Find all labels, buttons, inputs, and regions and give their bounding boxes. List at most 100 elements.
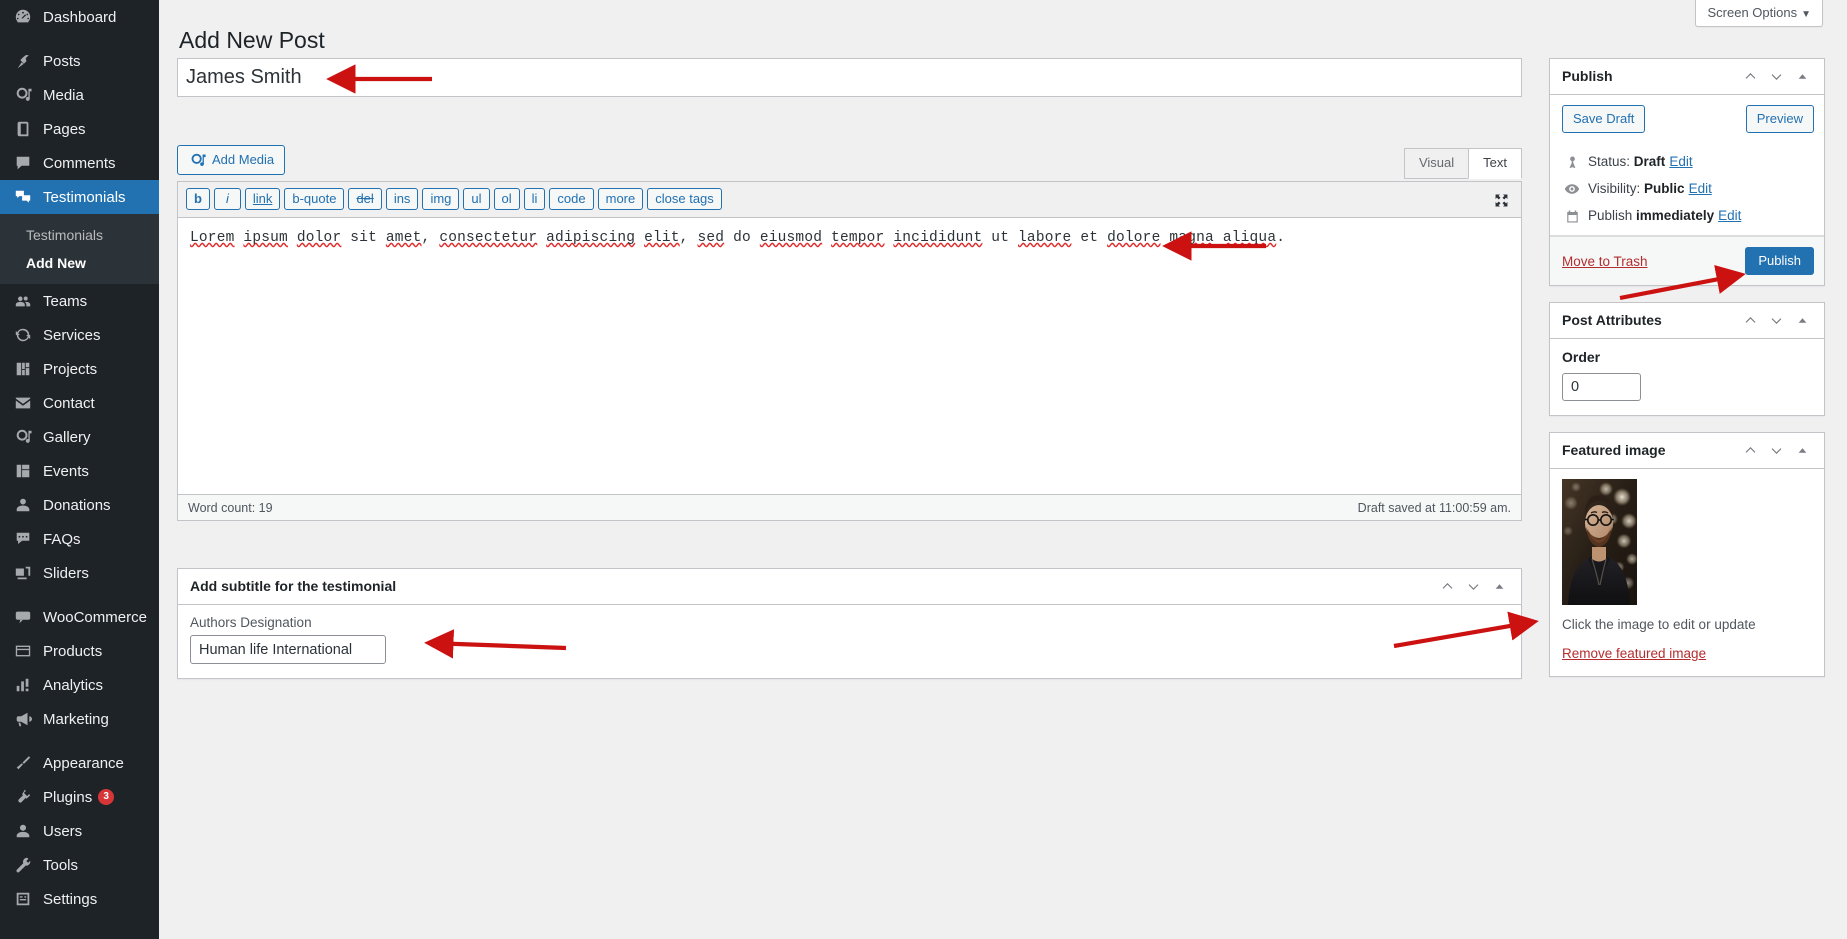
tab-text[interactable]: Text: [1468, 148, 1522, 179]
toggle-panel-icon[interactable]: [1487, 573, 1511, 601]
autosave-status: Draft saved at 11:00:59 am.: [1357, 500, 1511, 515]
move-down-icon[interactable]: [1764, 63, 1788, 91]
appearance-icon: [13, 753, 33, 773]
sidebar-item-label: Pages: [43, 120, 86, 138]
sidebar-item-woocommerce[interactable]: WooCommerce: [0, 600, 159, 634]
edit-visibility-link[interactable]: Edit: [1689, 180, 1712, 198]
screen-options-button[interactable]: Screen Options ▼: [1695, 0, 1823, 27]
sidebar-item-plugins[interactable]: Plugins 3: [0, 780, 159, 814]
quicktag-b[interactable]: b: [186, 188, 210, 210]
sidebar-item-projects[interactable]: Projects: [0, 352, 159, 386]
featured-image-body: Click the image to edit or update Remove…: [1550, 469, 1824, 676]
edit-status-link[interactable]: Edit: [1669, 153, 1692, 171]
main-content-area: Screen Options▼ Add New Post Add Media V…: [159, 0, 1847, 939]
minor-publishing-actions: Save Draft Preview: [1550, 95, 1824, 143]
sidebar-item-dashboard[interactable]: Dashboard: [0, 0, 159, 34]
sidebar-item-faqs[interactable]: FAQs: [0, 522, 159, 556]
post-attributes-header: Post Attributes: [1550, 303, 1824, 339]
featured-image-photo: [1562, 479, 1637, 605]
sidebar-item-analytics[interactable]: Analytics: [0, 668, 159, 702]
toggle-panel-icon[interactable]: [1790, 63, 1814, 91]
authors-designation-field[interactable]: [190, 635, 386, 664]
fullscreen-icon[interactable]: [1490, 189, 1512, 211]
save-draft-button[interactable]: Save Draft: [1562, 105, 1646, 133]
move-down-icon[interactable]: [1461, 573, 1485, 601]
move-down-icon[interactable]: [1764, 307, 1788, 335]
sidebar-item-products[interactable]: Products: [0, 634, 159, 668]
quicktags-toolbar: b i link b-quote del ins img ul ol li code more clos…: [178, 182, 1521, 218]
sidebar-item-contact[interactable]: Contact: [0, 386, 159, 420]
quicktag-ins[interactable]: ins: [385, 188, 419, 210]
content-word: incididunt: [893, 230, 983, 246]
metabox-handle-actions: [1435, 573, 1511, 601]
sidebar-item-label: Donations: [43, 496, 111, 514]
quicktag-link[interactable]: link: [244, 188, 281, 210]
submenu-item-testimonials[interactable]: Testimonials: [0, 221, 159, 249]
quicktag-ul[interactable]: ul: [463, 188, 490, 210]
sidebar-item-gallery[interactable]: Gallery: [0, 420, 159, 454]
toggle-panel-icon[interactable]: [1790, 307, 1814, 335]
toggle-panel-icon[interactable]: [1790, 437, 1814, 465]
content-word: ut: [991, 230, 1010, 246]
sidebar-item-teams[interactable]: Teams: [0, 284, 159, 318]
quicktag-code[interactable]: code: [549, 188, 594, 210]
quicktag-more[interactable]: more: [597, 188, 644, 210]
sidebar-submenu: Testimonials Add New: [0, 214, 159, 284]
settings-icon: [13, 889, 33, 909]
quicktag-ol[interactable]: ol: [493, 188, 520, 210]
title-field[interactable]: [177, 58, 1522, 97]
post-schedule-value: immediately: [1636, 208, 1715, 223]
move-up-icon[interactable]: [1738, 437, 1762, 465]
remove-featured-image-link[interactable]: Remove featured image: [1562, 646, 1706, 661]
content-word: et: [1080, 230, 1099, 246]
sidebar-item-donations[interactable]: Donations: [0, 488, 159, 522]
editor-status-bar: Word count: 19 Draft saved at 11:00:59 a…: [178, 494, 1521, 520]
quicktag-del[interactable]: del: [348, 188, 382, 210]
tab-visual[interactable]: Visual: [1403, 148, 1470, 179]
pages-icon: [13, 119, 33, 139]
add-media-button[interactable]: Add Media: [177, 145, 286, 175]
move-down-icon[interactable]: [1764, 437, 1788, 465]
move-up-icon[interactable]: [1435, 573, 1459, 601]
sidebar-item-tools[interactable]: Tools: [0, 848, 159, 882]
submenu-item-add-new[interactable]: Add New: [0, 249, 159, 277]
sidebar-item-marketing[interactable]: Marketing: [0, 702, 159, 736]
move-up-icon[interactable]: [1738, 307, 1762, 335]
quicktag-i[interactable]: i: [213, 188, 241, 210]
publish-button[interactable]: Publish: [1745, 247, 1814, 275]
sidebar-item-settings[interactable]: Settings: [0, 882, 159, 916]
content-word: ipsum: [243, 230, 288, 246]
quicktag-li[interactable]: li: [523, 188, 546, 210]
metabox-handle-actions: [1738, 63, 1814, 91]
users-icon: [13, 821, 33, 841]
sidebar-item-media[interactable]: Media: [0, 78, 159, 112]
move-up-icon[interactable]: [1738, 63, 1762, 91]
menu-separator: [0, 590, 159, 600]
quicktag-b-quote[interactable]: b-quote: [284, 188, 345, 210]
sidebar-item-services[interactable]: Services: [0, 318, 159, 352]
chevron-down-icon: ▼: [1801, 9, 1811, 20]
sidebar-item-comments[interactable]: Comments: [0, 146, 159, 180]
content-word: eiusmod: [759, 230, 823, 246]
sidebar-item-label: FAQs: [43, 530, 81, 548]
order-field[interactable]: [1562, 373, 1641, 401]
edit-schedule-link[interactable]: Edit: [1718, 207, 1741, 225]
sidebar-item-sliders[interactable]: Sliders: [0, 556, 159, 590]
sidebar-item-appearance[interactable]: Appearance: [0, 746, 159, 780]
featured-image-hint: Click the image to edit or update: [1562, 617, 1756, 632]
sidebar-item-users[interactable]: Users: [0, 814, 159, 848]
featured-image-thumbnail[interactable]: [1562, 479, 1637, 605]
preview-button[interactable]: Preview: [1745, 105, 1814, 133]
sidebar-item-label: Dashboard: [43, 8, 117, 26]
media-icon: [13, 85, 33, 105]
sidebar-item-testimonials[interactable]: Testimonials: [0, 180, 159, 214]
sidebar-item-label: Events: [43, 462, 89, 480]
content-word: elit: [644, 230, 680, 246]
move-to-trash-link[interactable]: Move to Trash: [1562, 254, 1648, 269]
editor-content-area[interactable]: Lorem ipsum dolor sit amet, consectetur …: [178, 218, 1521, 494]
sidebar-item-pages[interactable]: Pages: [0, 112, 159, 146]
quicktag-close-tags[interactable]: close tags: [647, 188, 722, 210]
sidebar-item-posts[interactable]: Posts: [0, 44, 159, 78]
quicktag-img[interactable]: img: [422, 188, 460, 210]
sidebar-item-events[interactable]: Events: [0, 454, 159, 488]
